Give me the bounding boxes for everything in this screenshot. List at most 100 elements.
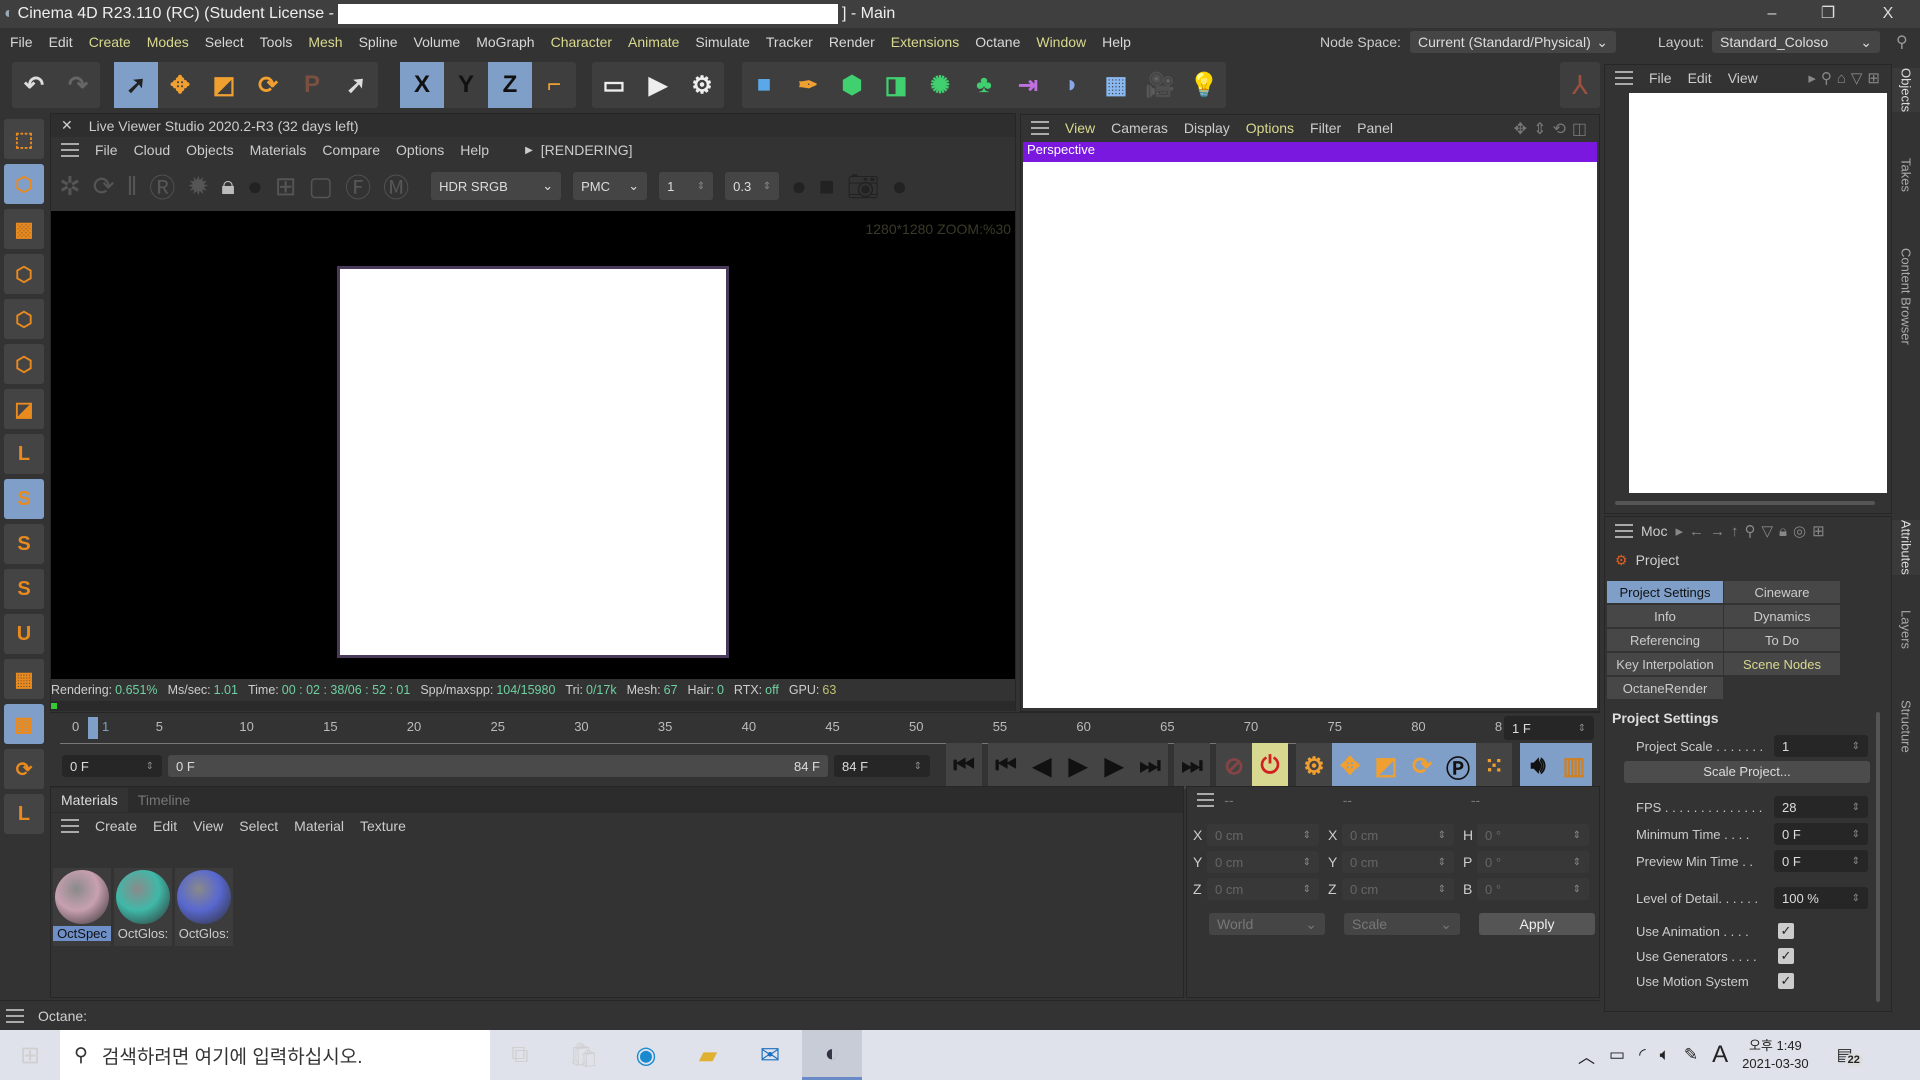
restore-button[interactable]: ❐ (1800, 0, 1856, 28)
menu-octane[interactable]: Octane (967, 34, 1028, 50)
objects-menu-file[interactable]: File (1649, 70, 1672, 86)
materials-menu-view[interactable]: View (193, 818, 223, 834)
project-scale-field[interactable]: 1 ⇕ (1774, 735, 1868, 757)
menu-render[interactable]: Render (821, 34, 883, 50)
stepper-icon[interactable]: ⇕ (1303, 857, 1311, 868)
coord-field[interactable]: 0 ° ⇕ (1477, 851, 1589, 873)
texture-mode-icon[interactable]: ▩ (4, 209, 44, 249)
apply-button[interactable]: Apply (1479, 913, 1595, 935)
materials-menu-create[interactable]: Create (95, 818, 137, 834)
model-mode-icon[interactable]: ⬡ (4, 164, 44, 204)
taskbar-search-box[interactable]: ⚲ 검색하려면 여기에 입력하십시오. (60, 1030, 490, 1080)
menu-mesh[interactable]: Mesh (300, 34, 350, 50)
object-list[interactable] (1629, 93, 1887, 493)
scale-icon[interactable]: ◩ (202, 62, 246, 108)
attributes-nav-icons[interactable]: ▸←→↑⚲▽🔒︎◎⊞ (1675, 522, 1830, 540)
viewport-menu-filter[interactable]: Filter (1310, 120, 1341, 136)
channel-icon[interactable]: ● (791, 171, 807, 202)
play-icon[interactable]: ▶ (1060, 743, 1096, 789)
hamburger-icon[interactable] (1031, 121, 1049, 135)
menu-create[interactable]: Create (81, 34, 139, 50)
checkbox[interactable]: ✓ (1778, 948, 1794, 964)
current-frame-field[interactable]: 1 F ⇕ (1504, 716, 1594, 740)
menu-file[interactable]: File (2, 34, 41, 50)
cube-icon[interactable]: ■ (742, 62, 786, 108)
menu-tools[interactable]: Tools (252, 34, 301, 50)
menu-extensions[interactable]: Extensions (883, 34, 967, 50)
render-settings-icon[interactable]: ⚙ (680, 62, 724, 108)
send-scene-icon[interactable]: ✲ (59, 171, 81, 202)
key-parameter-icon[interactable]: Ⓟ (1440, 743, 1476, 789)
hamburger-icon[interactable] (1197, 793, 1215, 807)
sphere-icon[interactable]: ● (247, 171, 263, 202)
stepper-icon[interactable]: ⇕ (1438, 884, 1446, 895)
x-axis-icon[interactable]: X (400, 62, 444, 108)
side-tab-attributes[interactable]: Attributes (1892, 520, 1920, 575)
cinema4d-taskbar-icon[interactable]: ◐ (802, 1030, 862, 1080)
coord-field[interactable]: 0 cm ⇕ (1207, 878, 1319, 900)
attributes-hscroll[interactable] (1604, 1012, 1892, 1030)
lock-icon[interactable]: 🔒︎ (221, 170, 235, 202)
viewport-menu-cameras[interactable]: Cameras (1111, 120, 1168, 136)
viewport-menu-display[interactable]: Display (1184, 120, 1230, 136)
stepper-icon[interactable]: ⇕ (1852, 856, 1860, 867)
magnet-icon[interactable]: U (4, 614, 44, 654)
polygons-mode-icon[interactable]: ⬡ (4, 344, 44, 384)
checkbox[interactable]: ✓ (1778, 973, 1794, 989)
attr-tab-key-interpolation[interactable]: Key Interpolation (1607, 653, 1723, 675)
checkbox[interactable]: ✓ (1778, 923, 1794, 939)
file-explorer-icon[interactable]: ▰ (678, 1030, 738, 1080)
stepper-icon[interactable]: ⇕ (1438, 830, 1446, 841)
psr-icon[interactable]: P (290, 62, 334, 108)
stepper-icon[interactable]: ⇕ (1573, 857, 1581, 868)
coord-field[interactable]: 0 ° ⇕ (1477, 824, 1589, 846)
attr-tab-cineware[interactable]: Cineware (1724, 581, 1840, 603)
field-icon[interactable]: ◗ (1050, 62, 1094, 108)
wifi-icon[interactable]: ◜ (1639, 1045, 1646, 1065)
layout-dropdown[interactable]: Standard_Coloso ⌄ (1712, 31, 1880, 53)
horizontal-scrollbar[interactable] (1615, 501, 1875, 505)
menu-help[interactable]: Help (1094, 34, 1139, 50)
undo-icon[interactable]: ↶ (12, 62, 56, 108)
menu-animate[interactable]: Animate (620, 34, 687, 50)
y-axis-icon[interactable]: Y (444, 62, 488, 108)
film-strip-icon[interactable]: ▥ (1556, 743, 1592, 789)
character-icon[interactable]: ⅄ (1560, 62, 1600, 108)
viewport-menu-view[interactable]: View (1065, 120, 1095, 136)
sound-icon[interactable]: 🔊︎ (1520, 743, 1556, 789)
lv-menu-help[interactable]: Help (460, 142, 489, 158)
menu-tracker[interactable]: Tracker (758, 34, 821, 50)
stepper-icon[interactable]: ⇕ (1438, 857, 1446, 868)
lv-menu-objects[interactable]: Objects (186, 142, 233, 158)
frame-icon[interactable]: ▢ (309, 171, 334, 202)
workplane-align-icon[interactable]: ⟳ (4, 749, 44, 789)
stepper-icon[interactable]: ⇕ (1303, 830, 1311, 841)
materials-menu-texture[interactable]: Texture (360, 818, 406, 834)
windows-start-icon[interactable]: ⊞ (0, 1030, 60, 1080)
menu-select[interactable]: Select (197, 34, 252, 50)
attr-tab-dynamics[interactable]: Dynamics (1724, 605, 1840, 627)
hamburger-icon[interactable] (1615, 71, 1633, 85)
task-view-icon[interactable]: ⧉ (490, 1030, 550, 1080)
menu-mograph[interactable]: MoGraph (468, 34, 542, 50)
go-to-end-icon[interactable]: ⏭ (1174, 743, 1210, 789)
coord-field[interactable]: 0 ° ⇕ (1477, 878, 1589, 900)
menu-edit[interactable]: Edit (41, 34, 81, 50)
key-rotation-icon[interactable]: ⟳ (1404, 743, 1440, 789)
render-view-icon[interactable]: ▭ (592, 62, 636, 108)
stepper-icon[interactable]: ⇕ (1573, 884, 1581, 895)
stepper-icon[interactable]: ⇕ (1852, 829, 1860, 840)
kernel-dropdown[interactable]: PMC ⌄ (573, 172, 648, 200)
deformer-icon[interactable]: ⇥ (1006, 62, 1050, 108)
subdivision-icon[interactable]: ⬢ (830, 62, 874, 108)
redo-icon[interactable]: ↷ (56, 62, 100, 108)
node-space-dropdown[interactable]: Current (Standard/Physical) ⌄ (1410, 31, 1616, 53)
tonemap-dropdown[interactable]: HDR SRGB ⌄ (431, 172, 562, 200)
previous-frame-icon[interactable]: ◀ (1024, 743, 1060, 789)
attr-tab-scene-nodes[interactable]: Scene Nodes (1724, 653, 1840, 675)
lv-menu-options[interactable]: Options (396, 142, 444, 158)
stepper-icon[interactable]: ⇕ (1578, 723, 1586, 734)
light-icon[interactable]: 💡 (1182, 62, 1226, 108)
stepper-icon[interactable]: ⇕ (1852, 802, 1860, 813)
side-tab-content-browser[interactable]: Content Browser (1892, 248, 1920, 345)
